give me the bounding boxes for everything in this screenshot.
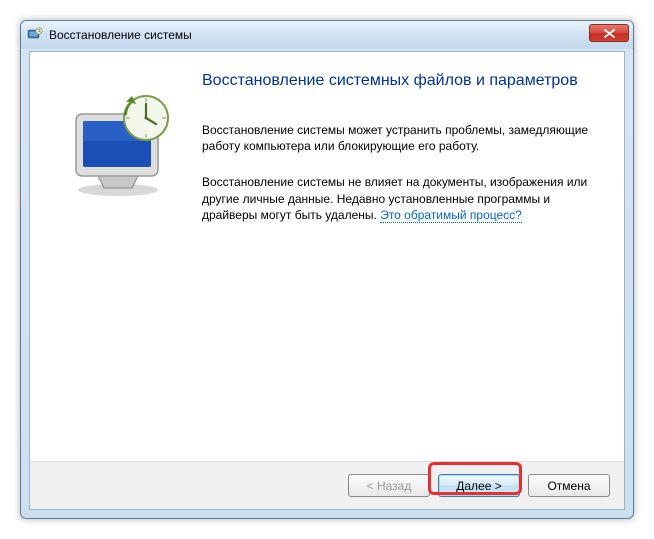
close-icon bbox=[604, 29, 615, 38]
window-title: Восстановление системы bbox=[49, 28, 192, 42]
content-frame: Восстановление системных файлов и параме… bbox=[29, 51, 625, 510]
titlebar: Восстановление системы bbox=[21, 21, 633, 49]
next-button[interactable]: Далее > bbox=[438, 474, 520, 497]
main-area: Восстановление системных файлов и параме… bbox=[30, 52, 624, 461]
page-heading: Восстановление системных файлов и параме… bbox=[202, 72, 606, 90]
wizard-text-column: Восстановление системных файлов и параме… bbox=[198, 68, 606, 451]
wizard-image-column bbox=[48, 68, 198, 451]
wizard-button-row: < Назад Далее > Отмена bbox=[30, 461, 624, 509]
intro-paragraph-1: Восстановление системы может устранить п… bbox=[202, 122, 606, 154]
close-button[interactable] bbox=[589, 24, 629, 42]
cancel-button[interactable]: Отмена bbox=[528, 474, 610, 497]
system-restore-icon bbox=[27, 27, 43, 43]
intro-paragraph-2: Восстановление системы не влияет на доку… bbox=[202, 174, 606, 223]
back-button: < Назад bbox=[348, 474, 430, 497]
reversible-process-link[interactable]: Это обратимый процесс? bbox=[380, 208, 522, 223]
system-restore-window: Восстановление системы bbox=[20, 20, 634, 519]
system-restore-wizard-icon bbox=[68, 92, 178, 202]
